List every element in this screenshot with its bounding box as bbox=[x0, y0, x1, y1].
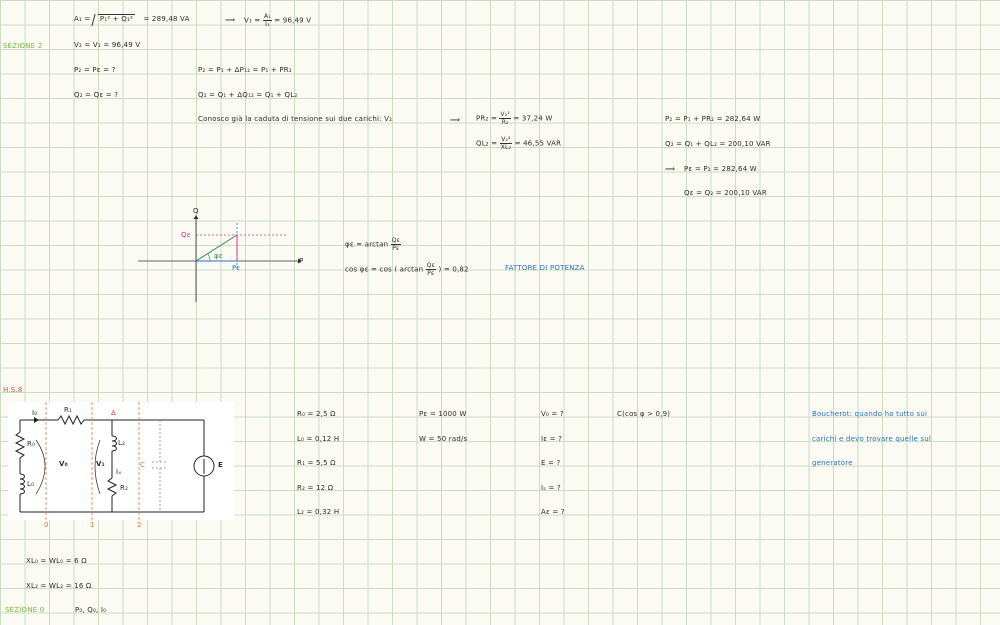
sezione-2-label: SEZIONE 2 bbox=[3, 42, 43, 50]
circuit-v1-label: V₁ bbox=[96, 460, 105, 468]
v1-equation: V₁ = A₁ I₁ = 96,49 V bbox=[244, 13, 311, 28]
p2-unknown: P₂ = Pɛ = ? bbox=[74, 66, 116, 74]
ql2-equation: QL₂ = V₂² XL₂ = 46,55 VAR bbox=[476, 136, 561, 151]
circuit-schematic bbox=[14, 402, 215, 520]
ql2-lhs: QL₂ = bbox=[476, 139, 498, 148]
circuit-r2-label: R₂ bbox=[120, 484, 129, 492]
diagram-qe-label: Qɛ bbox=[181, 231, 191, 239]
circuit-r1-label: R₁ bbox=[64, 406, 73, 414]
circuit-ix-label: Iₓ bbox=[116, 468, 122, 476]
node-0-label: 0 bbox=[44, 521, 49, 529]
l0-inductor bbox=[19, 473, 25, 495]
node-2-label: 2 bbox=[137, 521, 142, 529]
implies-arrow-2: ⟹ bbox=[450, 116, 461, 124]
circuit-image: I₀ R₁ R₀ L₀ V₀ V₁ Iₓ L₂ R₂ C E bbox=[8, 402, 234, 520]
pe-given: Pɛ = 1000 W bbox=[419, 410, 467, 418]
circuit-i0-label: I₀ bbox=[32, 409, 38, 417]
cos-den: Pɛ bbox=[427, 270, 435, 277]
pr2-den: R₂ bbox=[501, 119, 509, 126]
pr2-num: V₂² bbox=[499, 111, 511, 119]
cos-rhs: ) = 0,82 bbox=[438, 265, 469, 274]
cos-num: Qɛ bbox=[425, 262, 437, 270]
pr2-lhs: PR₂ = bbox=[476, 114, 497, 123]
boucherot-note-line-3: generatore bbox=[812, 459, 853, 467]
r0-resistor bbox=[14, 431, 26, 459]
ql2-fraction: V₂² XL₂ bbox=[500, 136, 512, 151]
diagram-angle-arc bbox=[207, 253, 211, 262]
hs8-label: H.S.8 bbox=[3, 386, 23, 394]
circuit-l2-label: L₂ bbox=[118, 439, 126, 447]
r0-given: R₀ = 2,5 Ω bbox=[297, 410, 336, 418]
boucherot-note-line-1: Boucherot: quando ho tutto sui bbox=[812, 410, 928, 418]
omega-given: W = 50 rad/s bbox=[419, 435, 468, 443]
ae-unknown: Aɛ = ? bbox=[541, 508, 565, 516]
phi-num: Qɛ bbox=[390, 237, 402, 245]
xl2-equation: XL₂ = WL₂ = 16 Ω bbox=[26, 582, 92, 590]
node-1-label: 1 bbox=[90, 521, 95, 529]
r2-resistor bbox=[106, 477, 118, 497]
diagram-phi-label: φɛ bbox=[214, 252, 223, 260]
phi-lhs: φɛ = arctan bbox=[345, 240, 389, 249]
circuit-delta-label: Δ bbox=[111, 409, 116, 417]
q2-balance: Q₂ = Q₁ + ΔQ₁₂ = Q₁ + QL₂ bbox=[198, 91, 298, 99]
pr2-equation: PR₂ = V₂² R₂ = 37,24 W bbox=[476, 111, 552, 126]
xl0-equation: XL₀ = WL₀ = 6 Ω bbox=[26, 557, 87, 565]
cos-lhs: cos φɛ = cos ( arctan bbox=[345, 265, 424, 274]
circuit-l0-label: L₀ bbox=[27, 480, 35, 488]
ie-unknown: Iɛ = ? bbox=[541, 435, 563, 443]
conosco-note: Conosco già la caduta di tensione sui du… bbox=[198, 115, 393, 123]
ql2-result: = 46,55 VAR bbox=[514, 139, 562, 148]
capacitor-condition: C(cos φ > 0,9) bbox=[617, 410, 671, 418]
diagram-pe-label: Pɛ bbox=[232, 264, 241, 272]
implies-arrow-1: ⟹ bbox=[225, 16, 236, 24]
ql2-num: V₂² bbox=[500, 136, 512, 144]
r2-given: R₂ = 12 Ω bbox=[297, 484, 334, 492]
cos-equation: cos φɛ = cos ( arctan Qɛ Pɛ ) = 0,82 bbox=[345, 262, 469, 277]
e-unknown: E = ? bbox=[541, 459, 561, 467]
v0-unknown: V₀ = ? bbox=[541, 410, 564, 418]
p2-value: P₂ = P₁ + PR₂ = 282,64 W bbox=[665, 115, 761, 123]
is-unknown: Iₛ = ? bbox=[541, 484, 561, 492]
v1-result: = 96,49 V bbox=[274, 16, 312, 25]
a1-equation: A₁ = P₁² + Q₁² = 289,48 VA bbox=[74, 14, 190, 24]
v1-fraction: A₁ I₁ bbox=[262, 13, 272, 28]
qe-value: Qɛ = Q₂ = 200,10 VAR bbox=[684, 189, 767, 197]
q2-unknown: Q₂ = Qɛ = ? bbox=[74, 91, 119, 99]
p2-balance: P₂ = P₁ + ΔP₁₂ = P₁ + PR₂ bbox=[198, 66, 292, 74]
sezione-0-label: SEZIONE 0 bbox=[5, 606, 45, 614]
v0-voltage-arc bbox=[35, 439, 46, 495]
implies-arrow-3: ⟹ bbox=[665, 165, 676, 173]
v1-den: I₁ bbox=[265, 21, 270, 28]
phi-fraction: Qɛ Pɛ bbox=[390, 237, 402, 252]
pr2-result: = 37,24 W bbox=[513, 114, 553, 123]
r1-resistor bbox=[57, 414, 85, 426]
circuit-r0-label: R₀ bbox=[27, 440, 36, 448]
phi-den: Pɛ bbox=[392, 245, 400, 252]
pe-value: Pɛ = P₂ = 282,64 W bbox=[684, 165, 757, 173]
v2-equation: V₂ = V₁ = 96,49 V bbox=[74, 41, 141, 49]
fattore-di-potenza-label: FATTORE DI POTENZA bbox=[505, 264, 585, 272]
q2-value: Q₂ = Q₁ + QL₂ = 200,10 VAR bbox=[665, 140, 771, 148]
boucherot-note-line-2: carichi e devo trovare quelle sul bbox=[812, 435, 932, 443]
circuit-e-label: E bbox=[218, 461, 223, 469]
a1-result: = 289,48 VA bbox=[143, 15, 190, 23]
a1-radicand: P₁² + Q₁² bbox=[99, 15, 133, 23]
l2-inductor bbox=[111, 435, 117, 452]
cos-fraction: Qɛ Pɛ bbox=[425, 262, 437, 277]
pr2-fraction: V₂² R₂ bbox=[499, 111, 511, 126]
l0-given: L₀ = 0,12 H bbox=[297, 435, 340, 443]
a1-radical: P₁² + Q₁² bbox=[97, 14, 135, 24]
v1-num: A₁ bbox=[262, 13, 272, 21]
phi-equation: φɛ = arctan Qɛ Pɛ bbox=[345, 237, 402, 252]
diagram-q-label: Q bbox=[193, 207, 199, 215]
v1-lhs: V₁ = bbox=[244, 16, 261, 25]
r1-given: R₁ = 5,5 Ω bbox=[297, 459, 336, 467]
sezione-0-items: P₀, Q₀, I₀ bbox=[75, 606, 107, 614]
diagram-p-label: P bbox=[299, 257, 304, 265]
circuit-v0-label: V₀ bbox=[59, 460, 68, 468]
ql2-den: XL₂ bbox=[500, 144, 512, 151]
a1-lhs: A₁ = bbox=[74, 15, 93, 23]
l2-given: L₂ = 0,32 H bbox=[297, 508, 340, 516]
circuit-c-label: C bbox=[140, 461, 146, 469]
